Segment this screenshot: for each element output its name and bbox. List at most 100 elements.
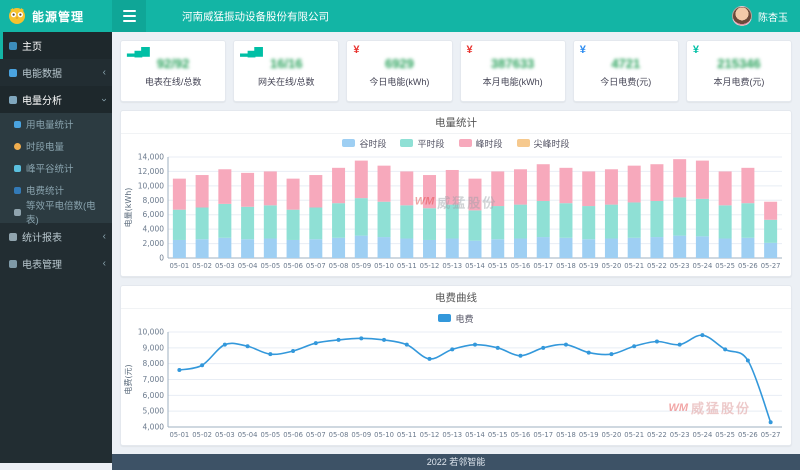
user-menu[interactable]: 陈杏玉 <box>732 0 800 32</box>
chevron-left-icon <box>103 68 106 78</box>
svg-text:05-12: 05-12 <box>420 431 440 439</box>
bar-segment <box>741 203 754 238</box>
sidebar-subitem-period-energy[interactable]: 时段电量 <box>0 135 112 157</box>
svg-text:05-22: 05-22 <box>647 431 667 439</box>
sidebar-toggle-button[interactable] <box>112 0 146 32</box>
bar-segment <box>173 210 186 240</box>
line-point <box>382 338 386 342</box>
bar-segment <box>423 208 436 240</box>
reports-icon <box>9 233 17 241</box>
bar-segment <box>469 241 482 258</box>
svg-text:05-06: 05-06 <box>283 262 303 270</box>
bar-segment <box>400 205 413 238</box>
sidebar-subitem-peak-valley-stats[interactable]: 峰平谷统计 <box>0 157 112 179</box>
bar-segment <box>605 169 618 204</box>
svg-text:9,000: 9,000 <box>143 343 165 352</box>
bar-segment <box>355 161 368 199</box>
svg-text:05-18: 05-18 <box>556 262 576 270</box>
sidebar-subitem-label: 等效平电倍数(电表) <box>26 198 106 226</box>
sidebar: 主页 电能数据 电量分析 用电量统计 时段电量 峰平谷统计 电费统计 等效平电倍… <box>0 32 112 463</box>
legend-label: 尖峰时段 <box>534 137 570 150</box>
bar-segment <box>264 171 277 205</box>
bar-segment <box>537 237 550 258</box>
line-point <box>518 354 522 358</box>
sidebar-item-home[interactable]: 主页 <box>0 32 112 59</box>
owl-logo-icon <box>8 7 26 25</box>
bar-segment <box>628 238 641 258</box>
sidebar-subitem-label: 电费统计 <box>26 183 64 197</box>
stat-card-meters-online: ▂▄▆ 92/92 电表在线/总数 <box>120 40 226 102</box>
app-brand[interactable]: 能源管理 <box>0 0 112 32</box>
bar-segment <box>446 239 459 258</box>
svg-text:14,000: 14,000 <box>138 153 164 162</box>
bar-segment <box>719 171 732 205</box>
svg-text:05-03: 05-03 <box>215 431 235 439</box>
sidebar-subitem-label: 峰平谷统计 <box>26 161 74 175</box>
yen-icon: ¥ <box>353 44 358 56</box>
bar-segment <box>537 201 550 237</box>
sidebar-subitem-equivalent-multiplier[interactable]: 等效平电倍数(电表) <box>0 201 112 223</box>
bar-segment <box>378 202 391 237</box>
line-point <box>291 349 295 353</box>
line-point <box>609 352 613 356</box>
bar-segment <box>241 207 254 239</box>
bar-segment <box>287 179 300 210</box>
cost-curve-panel: 电费曲线 电费 4,0005,0006,0007,0008,0009,00010… <box>120 285 792 446</box>
legend-item[interactable]: 尖峰时段 <box>517 137 570 150</box>
svg-text:05-02: 05-02 <box>192 431 212 439</box>
sidebar-item-reports[interactable]: 统计报表 <box>0 223 112 250</box>
bar-segment <box>719 205 732 238</box>
stat-value: 6929 <box>347 56 451 71</box>
legend-label: 峰时段 <box>476 137 503 150</box>
bar-segment <box>378 166 391 202</box>
bar-segment <box>764 243 777 258</box>
sidebar-item-meter-management[interactable]: 电表管理 <box>0 250 112 277</box>
svg-text:05-05: 05-05 <box>260 431 280 439</box>
svg-text:05-04: 05-04 <box>238 431 258 439</box>
legend-label: 电费 <box>455 312 473 325</box>
bar-segment <box>673 159 686 197</box>
bar-segment <box>355 198 368 236</box>
svg-text:05-26: 05-26 <box>738 262 758 270</box>
sidebar-item-energy-analysis[interactable]: 电量分析 <box>0 86 112 113</box>
legend-item[interactable]: 谷时段 <box>342 137 386 150</box>
bar-segment <box>309 239 322 258</box>
svg-text:05-02: 05-02 <box>192 262 212 270</box>
svg-text:05-11: 05-11 <box>397 262 417 270</box>
svg-text:05-01: 05-01 <box>169 431 189 439</box>
svg-text:05-14: 05-14 <box>465 431 485 439</box>
svg-text:05-15: 05-15 <box>488 262 508 270</box>
bar-segment <box>241 173 254 207</box>
yen-icon: ¥ <box>467 44 472 56</box>
line-point <box>541 346 545 350</box>
bar-segment <box>719 239 732 258</box>
svg-text:电费(元): 电费(元) <box>123 364 133 394</box>
legend-item[interactable]: 电费 <box>438 312 473 325</box>
svg-text:05-13: 05-13 <box>442 431 462 439</box>
svg-text:4,000: 4,000 <box>143 225 165 234</box>
bar-chart-canvas: 02,0004,0006,0008,00010,00012,00014,0000… <box>122 152 790 276</box>
bar-segment <box>741 238 754 258</box>
stat-card-today-cost: ¥ 4721 今日电费(元) <box>573 40 679 102</box>
svg-text:05-04: 05-04 <box>238 262 258 270</box>
svg-text:05-19: 05-19 <box>579 431 599 439</box>
svg-text:05-22: 05-22 <box>647 262 667 270</box>
chart-title: 电量统计 <box>121 111 791 134</box>
line-chart-legend: 电费 <box>121 309 791 327</box>
bar-segment <box>218 169 231 204</box>
legend-item[interactable]: 平时段 <box>400 137 444 150</box>
sidebar-subitem-usage-stats[interactable]: 用电量统计 <box>0 113 112 135</box>
energy-analysis-icon <box>9 96 17 104</box>
bar-segment <box>264 205 277 238</box>
bar-segment <box>764 202 777 220</box>
svg-text:05-10: 05-10 <box>374 262 394 270</box>
bar-segment <box>173 240 186 258</box>
line-point <box>473 343 477 347</box>
legend-item[interactable]: 峰时段 <box>459 137 503 150</box>
svg-text:05-23: 05-23 <box>670 262 690 270</box>
sidebar-item-energy-data[interactable]: 电能数据 <box>0 59 112 86</box>
line-point <box>405 343 409 347</box>
bar-segment <box>605 205 618 239</box>
svg-text:05-08: 05-08 <box>329 431 349 439</box>
line-point <box>678 343 682 347</box>
